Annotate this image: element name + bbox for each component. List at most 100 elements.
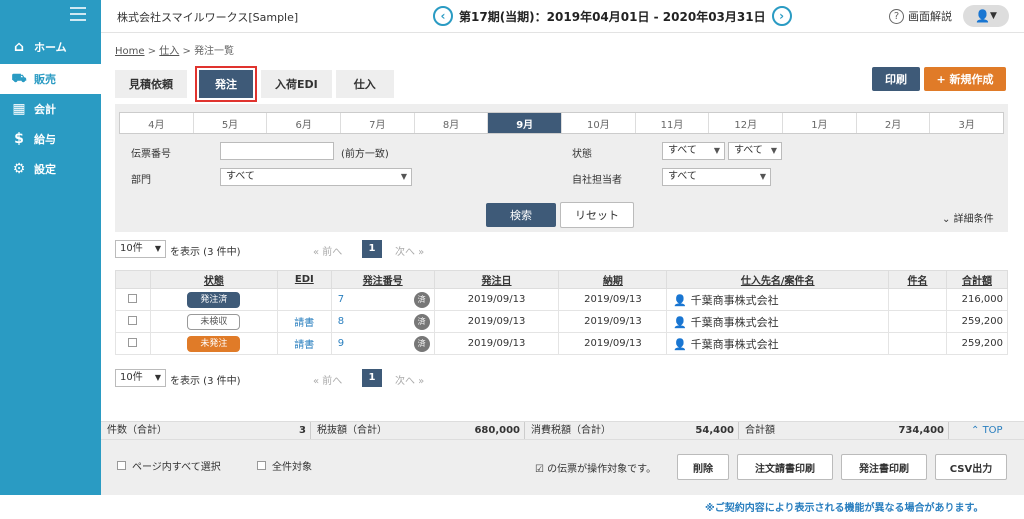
column-header-order-date[interactable]: 発注日 [433, 270, 560, 289]
prev-page-link[interactable]: « 前へ [313, 243, 342, 258]
sidebar-item-sales[interactable]: ⛟ 販売 [0, 64, 101, 94]
month-tab[interactable]: 8月 [415, 113, 489, 133]
month-tab[interactable]: 3月 [930, 113, 1003, 133]
delete-button[interactable]: 削除 [677, 454, 729, 480]
select-all-checkbox[interactable] [257, 461, 266, 470]
row-checkbox[interactable] [128, 293, 138, 303]
row-checkbox[interactable] [128, 315, 138, 325]
help-link[interactable]: ? 画面解説 [889, 8, 952, 24]
detail-conditions-link[interactable]: ⌄ 詳細条件 [942, 210, 994, 225]
total-cell: 259,200 [945, 310, 1009, 333]
print-button[interactable]: 印刷 [872, 67, 920, 91]
month-tab[interactable]: 11月 [636, 113, 710, 133]
order-print-button[interactable]: 発注書印刷 [841, 454, 927, 480]
month-tab[interactable]: 12月 [709, 113, 784, 133]
order-number-link[interactable]: 7 [338, 294, 344, 305]
status-badge[interactable]: 未検収 [187, 313, 241, 330]
sidebar-item-payroll[interactable]: $ 給与 [0, 124, 101, 154]
po-acknowledgement-print-button[interactable]: 注文請書印刷 [737, 454, 833, 480]
new-button[interactable]: + 新規作成 [924, 67, 1006, 91]
column-header-due[interactable]: 納期 [558, 270, 668, 289]
tab-receiving-edi[interactable]: 入荷EDI [261, 70, 332, 98]
column-header-total[interactable]: 合計額 [945, 270, 1009, 289]
page-number[interactable]: 1 [362, 369, 382, 387]
user-icon: 👤 [975, 9, 991, 23]
pager-bottom: 10件 ▼ を表示 (3 件中) « 前へ 1 次へ » [115, 369, 1008, 389]
pager-top: 10件 ▼ を表示 (3 件中) « 前へ 1 次へ » [115, 240, 1008, 260]
sidebar-item-accounting[interactable]: ▦ 会計 [0, 94, 101, 124]
status-badge[interactable]: 発注済 [187, 291, 241, 308]
row-checkbox[interactable] [128, 337, 138, 347]
check-icon: ☑ [535, 464, 544, 475]
target-note: ☑ の伝票が操作対象です。 [535, 460, 656, 475]
status-sub-select[interactable]: すべて ▼ [728, 142, 782, 160]
slip-number-input[interactable] [220, 142, 334, 160]
sidebar-item-home[interactable]: ⌂ ホーム [0, 32, 101, 62]
column-header-number[interactable]: 発注番号 [330, 270, 435, 289]
order-number-link[interactable]: 9 [338, 338, 344, 349]
column-header-edi[interactable]: EDI [276, 270, 332, 289]
period-selector: ‹ 第17期(当期)：2019年04月01日 - 2020年03月31日 › [433, 4, 792, 28]
csv-export-button[interactable]: CSV出力 [935, 454, 1007, 480]
month-tab[interactable]: 4月 [120, 113, 194, 133]
number-cell: 7 済 [330, 288, 435, 311]
next-page-link[interactable]: 次へ » [395, 372, 424, 387]
order-number-link[interactable]: 8 [338, 316, 344, 327]
select-all-toggle[interactable]: 全件対象 [257, 458, 312, 473]
edi-cell[interactable] [276, 288, 332, 311]
supplier-name: 千葉商事株式会社 [690, 315, 779, 329]
per-page-select[interactable]: 10件 ▼ [115, 240, 166, 258]
per-page-value: 10件 [120, 243, 143, 254]
breadcrumb-home[interactable]: Home [115, 46, 145, 57]
user-menu-button[interactable]: 👤 ▼ [963, 5, 1009, 27]
column-header-supplier[interactable]: 仕入先名/案件名 [666, 270, 890, 289]
cart-icon: ⛟ [11, 71, 27, 85]
summary-count-value: 3 [299, 425, 306, 436]
prev-page-link[interactable]: « 前へ [313, 372, 342, 387]
select-page-toggle[interactable]: ページ内すべて選択 [117, 458, 221, 473]
caret-down-icon: ▼ [154, 373, 161, 382]
hamburger-menu-icon[interactable] [70, 7, 86, 21]
month-tab-selected[interactable]: 9月 [488, 113, 563, 133]
month-tab[interactable]: 10月 [562, 113, 636, 133]
row-checkbox-cell [115, 288, 151, 311]
supplier-cell: 👤 千葉商事株式会社 [666, 332, 890, 355]
back-to-top-link[interactable]: ⌃ TOP [949, 422, 1003, 439]
table-row: 発注済 7 済 2019/09/13 2019/09/13 👤 千葉商事株式会社… [115, 288, 1009, 311]
month-tab[interactable]: 1月 [783, 113, 857, 133]
caret-down-icon: ▼ [770, 146, 777, 155]
supplier-name: 千葉商事株式会社 [690, 337, 779, 351]
month-tab[interactable]: 7月 [341, 113, 415, 133]
status-select[interactable]: すべて ▼ [662, 142, 725, 160]
column-header-subject[interactable]: 件名 [888, 270, 947, 289]
summary-pretax: 税抜額（合計） 680,000 [311, 422, 525, 440]
reset-button[interactable]: リセット [560, 202, 634, 228]
chevron-left-icon[interactable]: ‹ [433, 6, 453, 26]
month-tab[interactable]: 6月 [267, 113, 342, 133]
status-badge[interactable]: 未発注 [187, 335, 241, 352]
tab-purchase[interactable]: 仕入 [335, 70, 394, 98]
search-button[interactable]: 検索 [486, 203, 556, 227]
department-label: 部門 [131, 175, 151, 186]
edi-cell[interactable]: 請書 [276, 310, 332, 333]
month-selector: 4月 5月 6月 7月 8月 9月 10月 11月 12月 1月 2月 3月 [119, 112, 1004, 134]
tab-purchase-order[interactable]: 発注 [195, 66, 257, 102]
tab-quotation-request[interactable]: 見積依頼 [115, 70, 187, 98]
column-header-status[interactable]: 状態 [149, 270, 278, 289]
due-date-cell: 2019/09/13 [558, 310, 668, 333]
department-select[interactable]: すべて ▼ [220, 168, 412, 186]
chevron-right-icon[interactable]: › [771, 6, 792, 26]
month-tab[interactable]: 5月 [194, 113, 268, 133]
staff-select[interactable]: すべて ▼ [662, 168, 771, 186]
status-cell: 発注済 [149, 288, 278, 311]
next-page-link[interactable]: 次へ » [395, 243, 424, 258]
select-page-checkbox[interactable] [117, 461, 126, 470]
per-page-select[interactable]: 10件 ▼ [115, 369, 166, 387]
sidebar-item-settings[interactable]: ⚙ 設定 [0, 154, 101, 184]
page-number[interactable]: 1 [362, 240, 382, 258]
month-tab[interactable]: 2月 [857, 113, 931, 133]
edi-cell[interactable]: 請書 [276, 332, 332, 355]
summary-pretax-value: 680,000 [474, 425, 520, 436]
person-icon: 👤 [673, 337, 688, 351]
breadcrumb-purchase[interactable]: 仕入 [159, 46, 179, 57]
